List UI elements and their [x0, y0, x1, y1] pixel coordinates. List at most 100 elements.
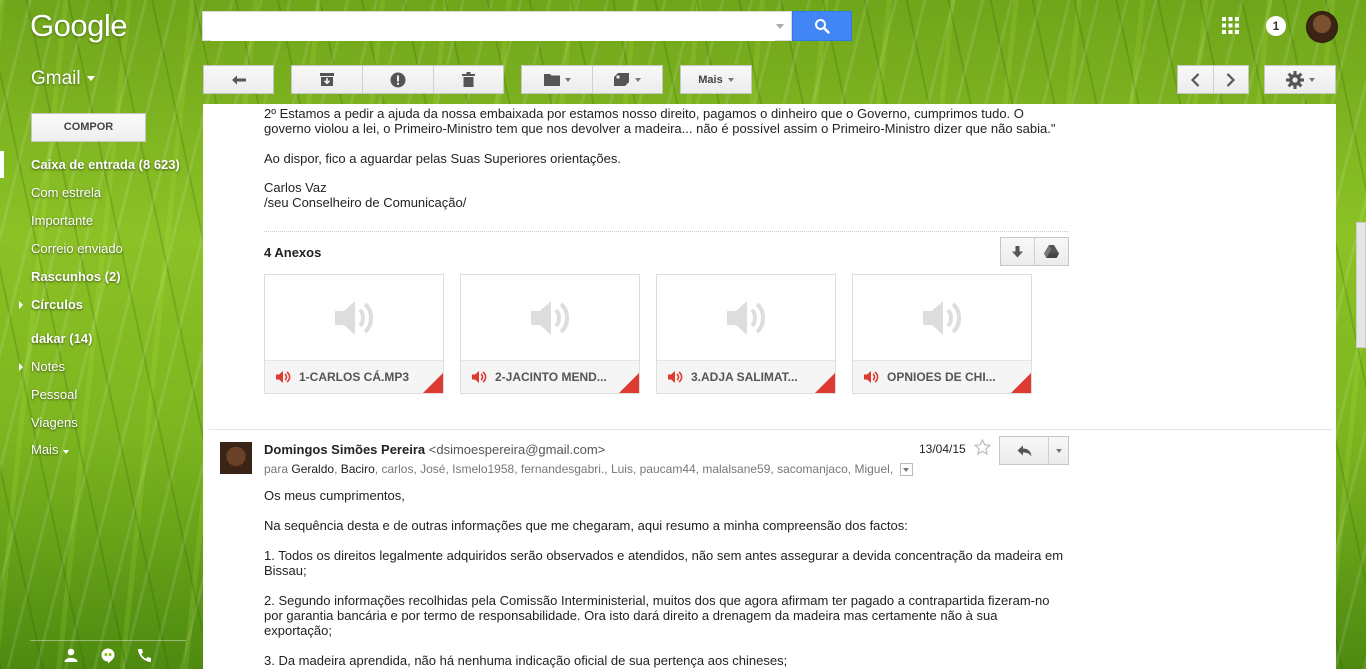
apps-grid-icon[interactable]	[1222, 17, 1239, 34]
report-spam-button[interactable]	[362, 66, 432, 93]
nav-drafts[interactable]: Rascunhos (2)	[31, 269, 121, 284]
nav-label-viagens[interactable]: Viagens	[31, 415, 78, 430]
more-actions-label: Mais	[698, 73, 723, 86]
expand-circles-icon[interactable]	[19, 301, 23, 309]
nav-label-dakar[interactable]: dakar (14)	[31, 331, 92, 346]
nav-label-pessoal[interactable]: Pessoal	[31, 387, 77, 402]
chevron-down-icon	[1055, 448, 1062, 453]
recipient[interactable]: fernandesgabri.	[521, 462, 604, 476]
attachment-filename: 1-CARLOS CÁ.MP3	[299, 370, 410, 384]
audio-speaker-icon	[335, 300, 373, 335]
attachment-card[interactable]: 2-JACINTO MEND...	[460, 274, 640, 394]
recipient[interactable]: Luis	[611, 462, 633, 476]
search-button[interactable]	[792, 11, 852, 41]
attachment-card[interactable]: 3.ADJA SALIMAT...	[656, 274, 836, 394]
chevron-down-icon	[86, 76, 95, 82]
recipients-prefix: para	[264, 462, 289, 476]
reply-button[interactable]	[1000, 437, 1048, 464]
account-avatar[interactable]	[1306, 11, 1338, 43]
move-to-button[interactable]	[522, 66, 592, 93]
nav-more[interactable]: Mais	[31, 442, 70, 457]
download-all-button[interactable]	[1001, 238, 1034, 265]
notification-badge[interactable]: 1	[1266, 16, 1286, 36]
older-button[interactable]	[1212, 66, 1248, 93]
attachments-actions	[1000, 237, 1069, 266]
folder-icon	[543, 74, 560, 86]
delete-button[interactable]	[432, 66, 503, 93]
contacts-person-icon[interactable]	[64, 648, 78, 662]
message-body-line: 1. Todos os direitos legalmente adquirid…	[264, 548, 1064, 563]
recipient[interactable]: Geraldo	[291, 462, 334, 476]
prev-message-line: Ao dispor, fico a aguardar pelas Suas Su…	[264, 151, 621, 166]
pagination-group	[1177, 65, 1249, 94]
recipient[interactable]: sacomanjaco	[777, 462, 848, 476]
audio-speaker-icon	[531, 300, 569, 335]
message-body-line: Bissau;	[264, 563, 307, 578]
sender-name[interactable]: Domingos Simões Pereira	[264, 442, 425, 457]
nav-important[interactable]: Importante	[31, 213, 93, 228]
attachment-corner	[423, 373, 443, 393]
google-drive-icon	[1044, 245, 1059, 258]
nav-sent[interactable]: Correio enviado	[31, 241, 123, 256]
chevron-down-icon	[635, 77, 641, 82]
phone-icon[interactable]	[137, 648, 152, 663]
message-body-line: Na sequência desta e de outras informaçõ…	[264, 518, 908, 533]
app-switcher-label: Gmail	[31, 68, 81, 89]
sidebar-divider	[30, 640, 186, 641]
archive-button[interactable]	[292, 66, 362, 93]
scrollbar-thumb[interactable]	[1356, 222, 1366, 348]
nav-circles[interactable]: Círculos	[31, 297, 83, 312]
attachment-filename: 3.ADJA SALIMAT...	[691, 370, 798, 384]
google-logo[interactable]: Google	[30, 8, 127, 44]
newer-button[interactable]	[1178, 66, 1213, 93]
attachments-title: 4 Anexos	[264, 245, 322, 260]
recipient[interactable]: José	[420, 462, 445, 476]
reply-group	[999, 436, 1069, 465]
recipient[interactable]: Baciro	[341, 462, 375, 476]
recipients-line: para Geraldo, Baciro, carlos, José, Isme…	[264, 462, 914, 477]
attachments-divider	[264, 231, 1069, 232]
settings-button[interactable]	[1264, 65, 1336, 94]
attachment-card[interactable]: OPNIOES DE CHI...	[852, 274, 1032, 394]
scrollbar-track[interactable]	[1354, 104, 1366, 669]
chevron-down-icon	[727, 77, 734, 82]
back-to-inbox-button[interactable]	[203, 65, 274, 94]
search-input[interactable]	[211, 13, 775, 41]
attachment-card[interactable]: 1-CARLOS CÁ.MP3	[264, 274, 444, 394]
recipient[interactable]: paucam44	[640, 462, 696, 476]
gear-icon	[1285, 70, 1304, 89]
search-icon	[815, 19, 830, 34]
star-icon[interactable]	[974, 439, 991, 455]
nav-label-notes[interactable]: Notes	[31, 359, 65, 374]
show-details-icon[interactable]	[900, 463, 914, 477]
nav-inbox[interactable]: Caixa de entrada (8 623)	[31, 157, 180, 172]
app-switcher[interactable]: Gmail	[31, 68, 95, 90]
prev-message-line: governo violou a lei, o Primeiro-Ministr…	[264, 121, 1056, 136]
recipient[interactable]: Miguel	[854, 462, 889, 476]
hangouts-icon[interactable]	[101, 648, 115, 664]
reply-icon	[1017, 445, 1031, 456]
chevron-right-icon	[1227, 72, 1236, 87]
archive-icon	[320, 73, 335, 86]
audio-file-icon	[668, 371, 683, 383]
attachment-filename: OPNIOES DE CHI...	[887, 370, 996, 384]
organize-group	[521, 65, 663, 94]
more-actions-button[interactable]: Mais	[680, 65, 752, 94]
prev-message-signature-name: Carlos Vaz	[264, 180, 327, 195]
labels-button[interactable]	[592, 66, 662, 93]
search-box[interactable]	[202, 11, 792, 41]
recipient[interactable]: malalsane59	[702, 462, 770, 476]
prev-message-signature-title: /seu Conselheiro de Comunicação/	[264, 195, 467, 210]
sender-avatar[interactable]	[220, 442, 252, 474]
expand-notes-icon[interactable]	[19, 363, 23, 371]
nav-starred[interactable]: Com estrela	[31, 185, 101, 200]
compose-button[interactable]: COMPOR	[31, 113, 146, 142]
chevron-down-icon	[63, 450, 70, 454]
message-body-line: exportação;	[264, 623, 332, 638]
recipient[interactable]: carlos	[381, 462, 413, 476]
save-to-drive-button[interactable]	[1034, 238, 1068, 265]
more-reply-options-button[interactable]	[1048, 437, 1068, 464]
recipient[interactable]: Ismelo1958	[452, 462, 514, 476]
search-options-dropdown-icon[interactable]	[776, 24, 784, 29]
attachment-corner	[1011, 373, 1031, 393]
